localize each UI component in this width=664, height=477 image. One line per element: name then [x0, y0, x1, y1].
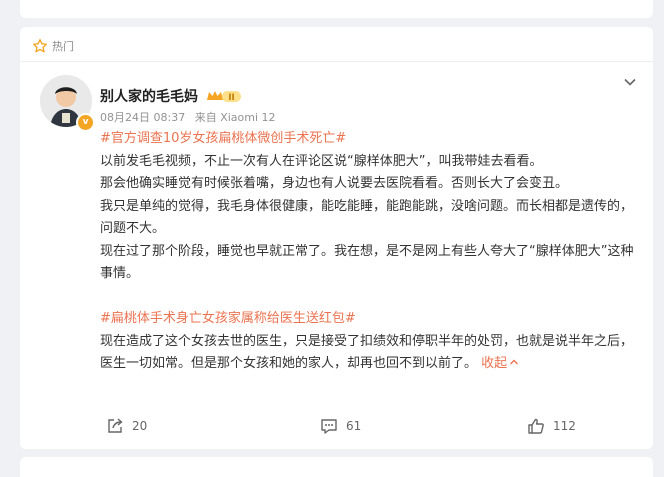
divider [20, 61, 653, 62]
post-time[interactable]: 08月24日 08:37 [100, 111, 185, 124]
comment-icon [321, 419, 337, 434]
hot-header: 热门 [32, 37, 74, 55]
share-count: 20 [132, 419, 148, 433]
content-paragraph: 那会他确实睡觉有时候张着嘴，身边也有人说要去医院看看。否则长大了会变丑。 [100, 176, 569, 191]
share-icon [108, 418, 123, 433]
share-button[interactable]: 20 [106, 417, 147, 435]
level-badge-icon: II [206, 88, 242, 107]
content-paragraph: 以前发毛毛视频，不止一次有人在评论区说“腺样体肥大”，叫我带娃去看看。 [100, 153, 543, 169]
chevron-down-icon[interactable] [623, 74, 637, 93]
verified-icon: v [76, 113, 95, 132]
content-paragraph: 现在过了那个阶段，睡觉也早就正常了。我在想，是不是网上有些人夸大了“腺样体肥大”… [100, 243, 634, 282]
like-count: 112 [553, 419, 576, 433]
comment-count: 61 [346, 419, 362, 433]
collapse-link[interactable]: 收起 [481, 356, 519, 371]
comment-button[interactable]: 61 [320, 417, 361, 435]
like-icon [528, 418, 544, 434]
post-content: #官方调查10岁女孩扁桃体微创手术死亡# 以前发毛毛视频，不止一次有人在评论区说“… [100, 128, 640, 376]
star-icon [32, 39, 48, 53]
post-source: 来自 Xiaomi 12 [194, 111, 276, 124]
level-badge-text: II [228, 93, 234, 103]
content-paragraph: 现在造成了这个女孩去世的医生，只是接受了扣绩效和停职半年的处罚，也就是说半年之后… [100, 333, 634, 372]
hot-label: 热门 [52, 40, 74, 53]
post-meta: 08月24日 08:37 来自 Xiaomi 12 [100, 109, 276, 125]
content-paragraph: 我只是单纯的觉得，我毛身体很健康，能吃能睡，能跑能跳，没啥问题。而长相都是遗传的… [100, 198, 634, 237]
next-card [20, 457, 653, 477]
topic-link[interactable]: #扁桃体手术身亡女孩家属称给医生送红包# [100, 308, 640, 331]
like-button[interactable]: 112 [527, 417, 576, 435]
topic-link[interactable]: #官方调查10岁女孩扁桃体微创手术死亡# [100, 128, 640, 151]
author-name[interactable]: 别人家的毛毛妈 [100, 86, 198, 106]
action-bar: 20 61 112 [20, 415, 653, 437]
chevron-up-icon [510, 359, 519, 365]
weibo-post-card: 热门 v 别人家的毛毛妈 II 08月24日 08:37 来自 Xiaomi 1… [20, 27, 653, 449]
collapse-label: 收起 [481, 356, 508, 371]
previous-card [20, 0, 653, 18]
